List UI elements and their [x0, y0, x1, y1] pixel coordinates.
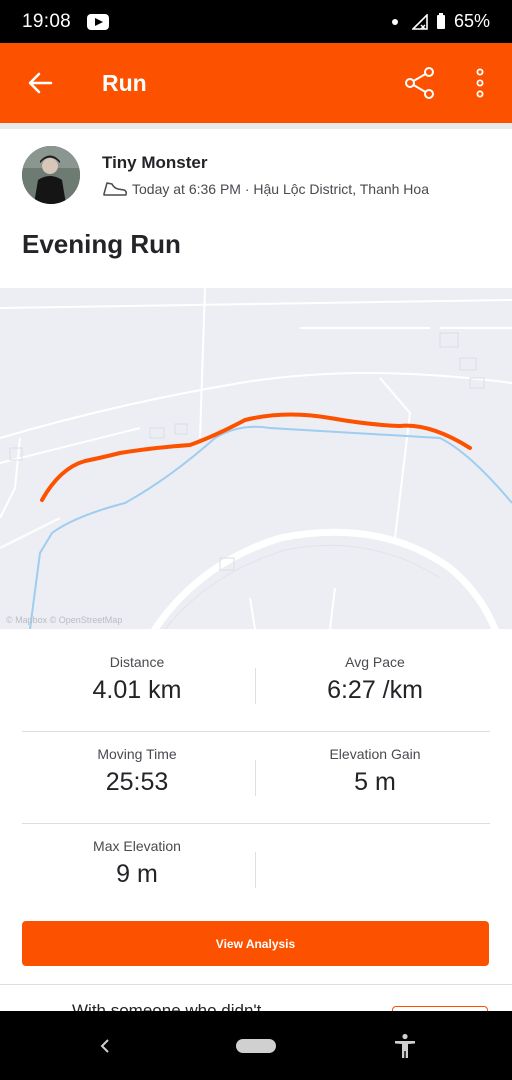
activity-meta: Today at 6:36 PM · Hậu Lộc District, Tha…	[102, 180, 429, 198]
stat-value: 25:53	[105, 768, 169, 796]
athlete-header: Tiny Monster Today at 6:36 PM · Hậu Lộc …	[0, 140, 512, 210]
battery-icon	[436, 13, 445, 29]
stat-divider	[255, 668, 256, 704]
system-nav-bar	[0, 1011, 512, 1080]
stats-row: Moving Time 25:53 Elevation Gain 5 m	[22, 732, 490, 824]
stat-max-elevation: Max Elevation 9 m	[22, 824, 252, 889]
share-icon	[405, 67, 434, 99]
back-button[interactable]	[0, 43, 80, 123]
arrow-left-icon	[28, 72, 53, 94]
stat-value: 6:27 /km	[327, 676, 423, 704]
view-analysis-button[interactable]: View Analysis	[22, 921, 489, 966]
map-canvas	[0, 288, 512, 629]
notification-dot-icon	[391, 18, 398, 25]
status-time: 19:08	[22, 10, 72, 32]
route-map[interactable]: © Mapbox © OpenStreetMap	[0, 288, 512, 629]
accessibility-icon	[395, 1033, 415, 1058]
stat-label: Max Elevation	[93, 838, 181, 854]
header-divider	[0, 123, 512, 129]
stat-label: Elevation Gain	[329, 746, 421, 762]
stat-moving-time: Moving Time 25:53	[22, 732, 252, 797]
more-vertical-icon	[476, 68, 484, 98]
share-button[interactable]	[398, 61, 442, 105]
stat-value: 9 m	[116, 860, 158, 888]
battery-percent: 65%	[453, 11, 490, 31]
section-divider	[0, 984, 512, 985]
stat-elevation-gain: Elevation Gain 5 m	[260, 732, 490, 797]
avatar-image	[22, 146, 80, 204]
stat-divider	[255, 852, 256, 888]
status-bar: 19:08 65%	[0, 0, 512, 43]
stat-avg-pace: Avg Pace 6:27 /km	[260, 640, 490, 705]
activity-title: Evening Run	[22, 229, 181, 259]
nav-back-button[interactable]	[90, 1033, 120, 1059]
avatar[interactable]	[22, 146, 80, 204]
stats-row: Distance 4.01 km Avg Pace 6:27 /km	[22, 640, 490, 732]
stat-value: 4.01 km	[92, 676, 182, 704]
page-title: Run	[102, 69, 147, 96]
stats-row: Max Elevation 9 m	[22, 824, 490, 916]
chevron-left-icon	[100, 1039, 109, 1053]
athlete-name[interactable]: Tiny Monster	[102, 153, 207, 173]
stat-value: 5 m	[354, 768, 396, 796]
stat-divider	[255, 760, 256, 796]
more-options-button[interactable]	[458, 61, 502, 105]
app-bar: Run	[0, 43, 512, 123]
stat-label: Moving Time	[97, 746, 177, 762]
signal-icon	[411, 13, 428, 30]
stats-grid: Distance 4.01 km Avg Pace 6:27 /km Movin…	[22, 640, 490, 916]
stat-label: Distance	[109, 654, 165, 670]
status-indicators: 65%	[391, 11, 490, 32]
stat-label: Avg Pace	[345, 654, 405, 670]
activity-meta-text: Today at 6:36 PM · Hậu Lộc District, Tha…	[132, 181, 429, 197]
stat-distance: Distance 4.01 km	[22, 640, 252, 705]
youtube-icon	[87, 13, 110, 30]
nav-home-button[interactable]	[236, 1039, 276, 1053]
shoe-icon	[103, 182, 127, 196]
map-attribution: © Mapbox © OpenStreetMap	[6, 615, 123, 625]
accessibility-button[interactable]	[390, 1031, 420, 1061]
